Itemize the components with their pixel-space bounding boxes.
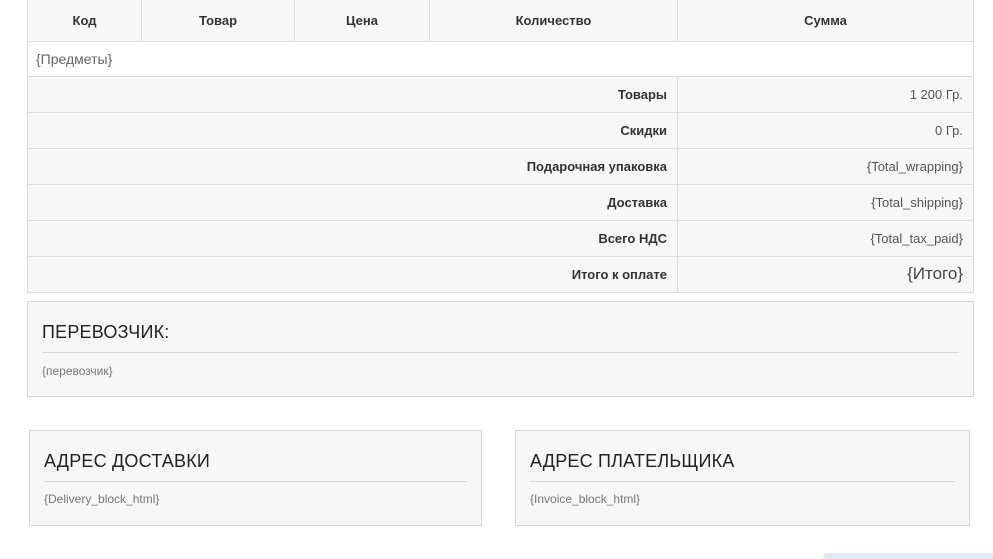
delivery-address-value: {Delivery_block_html} (44, 492, 160, 506)
summary-value: 0 Гр. (677, 111, 974, 149)
invoice-address-title: АДРЕС ПЛАТЕЛЬЩИКА (530, 451, 735, 471)
summary-label: Скидки (27, 111, 678, 149)
divider (530, 481, 955, 482)
items-row: {Предметы} (27, 40, 974, 77)
summary-row-discounts: Скидки 0 Гр. (27, 111, 974, 149)
carrier-value: {перевозчик} (42, 364, 113, 378)
summary-value: {Total_wrapping} (677, 147, 974, 185)
summary-label: Доставка (27, 183, 678, 221)
col-header-product: Товар (141, 0, 295, 42)
col-header-price: Цена (294, 0, 430, 42)
summary-row-gift-wrapping: Подарочная упаковка {Total_wrapping} (27, 147, 974, 185)
bottom-right-tab[interactable] (823, 553, 993, 559)
divider (42, 352, 959, 353)
summary-value: {Total_shipping} (677, 183, 974, 221)
invoice-address-value: {Invoice_block_html} (530, 492, 641, 506)
grand-total-value: {Итого} (677, 255, 974, 293)
summary-row-tax: Всего НДС {Total_tax_paid} (27, 219, 974, 257)
carrier-panel: ПЕРЕВОЗЧИК: {перевозчик} (27, 301, 974, 397)
table-header-row: Код Товар Цена Количество Сумма (27, 0, 974, 42)
summary-value: 1 200 Гр. (677, 75, 974, 113)
summary-row-products: Товары 1 200 Гр. (27, 75, 974, 113)
carrier-title: ПЕРЕВОЗЧИК: (42, 322, 170, 342)
col-header-total: Сумма (677, 0, 974, 42)
invoice-address-panel: АДРЕС ПЛАТЕЛЬЩИКА {Invoice_block_html} (515, 430, 970, 526)
summary-label: Подарочная упаковка (27, 147, 678, 185)
summary-label: Итого к оплате (27, 255, 678, 293)
col-header-code: Код (27, 0, 142, 42)
delivery-address-title: АДРЕС ДОСТАВКИ (44, 451, 211, 471)
items-placeholder: {Предметы} (27, 40, 974, 77)
summary-label: Товары (27, 75, 678, 113)
divider (44, 481, 467, 482)
order-summary-table: Код Товар Цена Количество Сумма {Предмет… (27, 0, 974, 293)
summary-row-grand-total: Итого к оплате {Итого} (27, 255, 974, 293)
col-header-quantity: Количество (429, 0, 678, 42)
summary-value: {Total_tax_paid} (677, 219, 974, 257)
summary-label: Всего НДС (27, 219, 678, 257)
summary-row-shipping: Доставка {Total_shipping} (27, 183, 974, 221)
delivery-address-panel: АДРЕС ДОСТАВКИ {Delivery_block_html} (29, 430, 482, 526)
